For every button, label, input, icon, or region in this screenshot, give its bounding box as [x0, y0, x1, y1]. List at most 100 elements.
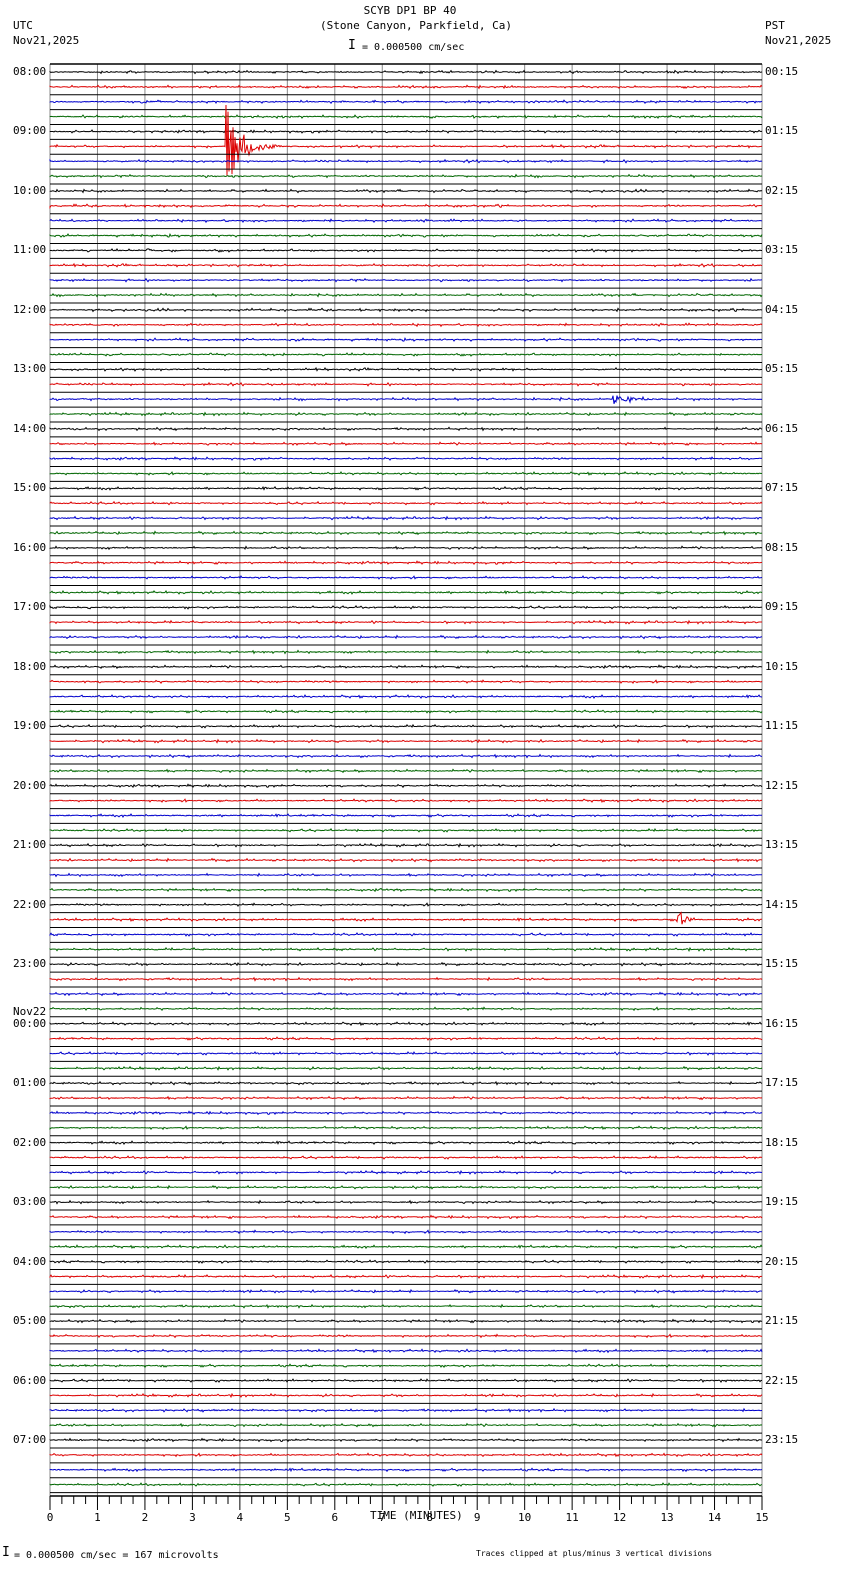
- trace-31: [49, 530, 763, 536]
- trace-7: [49, 173, 763, 179]
- trace-70: [49, 1110, 763, 1116]
- pst-hour-label: 05:15: [765, 362, 799, 376]
- trace-21: [49, 381, 763, 387]
- trace-64: [49, 1021, 762, 1027]
- trace-89: [49, 1392, 763, 1399]
- utc-hour-label: 10:00: [13, 183, 47, 197]
- trace-85: [49, 1333, 762, 1339]
- trace-45: [49, 738, 763, 744]
- x-tick-label: 5: [284, 1511, 291, 1524]
- x-tick-label: 12: [612, 1511, 627, 1524]
- trace-3: [49, 114, 763, 120]
- trace-35: [49, 589, 763, 595]
- trace-74: [49, 1169, 763, 1175]
- utc-hour-label: 06:00: [13, 1373, 47, 1387]
- trace-57: [49, 911, 762, 925]
- trace-71: [49, 1125, 763, 1131]
- x-tick-label: 6: [331, 1511, 339, 1524]
- trace-59: [49, 946, 763, 953]
- utc-hour-label: 16:00: [13, 540, 47, 554]
- pst-hour-label: 00:15: [765, 65, 799, 78]
- trace-5: [49, 104, 763, 176]
- trace-27: [49, 471, 763, 476]
- x-tick-label: 1: [94, 1511, 101, 1524]
- utc-hour-label: 15:00: [13, 481, 47, 495]
- trace-55: [49, 887, 763, 893]
- trace-73: [49, 1155, 763, 1160]
- trace-66: [49, 1051, 763, 1056]
- trace-36: [49, 604, 763, 610]
- utc-hour-label: 09:00: [13, 124, 47, 138]
- trace-60: [49, 961, 763, 967]
- trace-72: [49, 1140, 762, 1146]
- pst-hour-label: 12:15: [765, 778, 799, 792]
- utc-hour-label: 05:00: [13, 1314, 47, 1328]
- trace-88: [49, 1378, 763, 1383]
- trace-82: [49, 1288, 763, 1294]
- trace-17: [49, 322, 763, 328]
- x-tick-label: 0: [46, 1511, 54, 1524]
- trace-1: [49, 84, 763, 90]
- trace-42: [49, 694, 763, 699]
- pst-hour-label: 07:15: [765, 481, 799, 495]
- trace-91: [49, 1422, 763, 1428]
- trace-49: [49, 798, 763, 803]
- pst-hour-label: 09:15: [765, 600, 799, 614]
- trace-6: [49, 158, 763, 164]
- pst-hour-label: 14:15: [765, 897, 799, 911]
- utc-hour-label: 00:00: [13, 1016, 47, 1030]
- trace-19: [49, 352, 763, 357]
- trace-18: [49, 337, 763, 342]
- pst-hour-label: 16:15: [765, 1016, 799, 1030]
- pst-hour-label: 17:15: [765, 1076, 799, 1090]
- x-tick-label: 14: [707, 1511, 722, 1524]
- utc-hour-label: 02:00: [13, 1135, 47, 1149]
- trace-76: [49, 1199, 763, 1205]
- pst-hour-label: 02:15: [765, 183, 799, 197]
- trace-63: [49, 1006, 763, 1012]
- trace-14: [49, 277, 762, 283]
- trace-37: [49, 619, 762, 625]
- trace-29: [49, 500, 763, 506]
- trace-78: [49, 1229, 762, 1235]
- footer-scale-note: = 0.000500 cm/sec = 167 microvolts: [14, 1550, 219, 1561]
- utc-hour-label: 18:00: [13, 659, 47, 673]
- pst-hour-label: 03:15: [765, 243, 799, 257]
- trace-77: [49, 1214, 763, 1220]
- pst-hour-label: 23:15: [765, 1433, 799, 1447]
- trace-38: [49, 634, 763, 640]
- trace-50: [49, 813, 763, 818]
- utc-hour-label: 22:00: [13, 897, 47, 911]
- trace-93: [49, 1452, 763, 1458]
- trace-16: [49, 307, 763, 313]
- trace-52: [49, 842, 763, 848]
- trace-84: [49, 1318, 763, 1324]
- trace-30: [49, 515, 763, 521]
- trace-39: [49, 649, 763, 655]
- pst-hour-label: 15:15: [765, 957, 799, 971]
- utc-hour-label: 03:00: [13, 1195, 47, 1209]
- pst-hour-label: 01:15: [765, 124, 799, 138]
- trace-53: [49, 857, 763, 863]
- trace-44: [49, 723, 763, 729]
- trace-90: [49, 1407, 763, 1413]
- trace-0: [49, 69, 763, 75]
- x-tick-label: 11: [565, 1511, 579, 1524]
- trace-26: [49, 456, 763, 461]
- trace-56: [49, 902, 763, 908]
- pst-hour-label: 10:15: [765, 659, 799, 673]
- x-tick-label: 15: [755, 1511, 769, 1524]
- trace-86: [49, 1348, 763, 1354]
- trace-10: [49, 218, 763, 224]
- trace-24: [49, 426, 763, 432]
- trace-54: [49, 872, 762, 878]
- x-tick-label: 3: [189, 1511, 196, 1524]
- x-tick-label: 7: [378, 1511, 386, 1524]
- trace-95: [49, 1482, 763, 1487]
- utc-hour-label: 01:00: [13, 1076, 47, 1090]
- trace-46: [49, 753, 763, 759]
- trace-87: [49, 1363, 763, 1369]
- trace-2: [49, 99, 763, 105]
- trace-11: [49, 232, 763, 238]
- footer-scale-icon: I: [2, 1545, 10, 1560]
